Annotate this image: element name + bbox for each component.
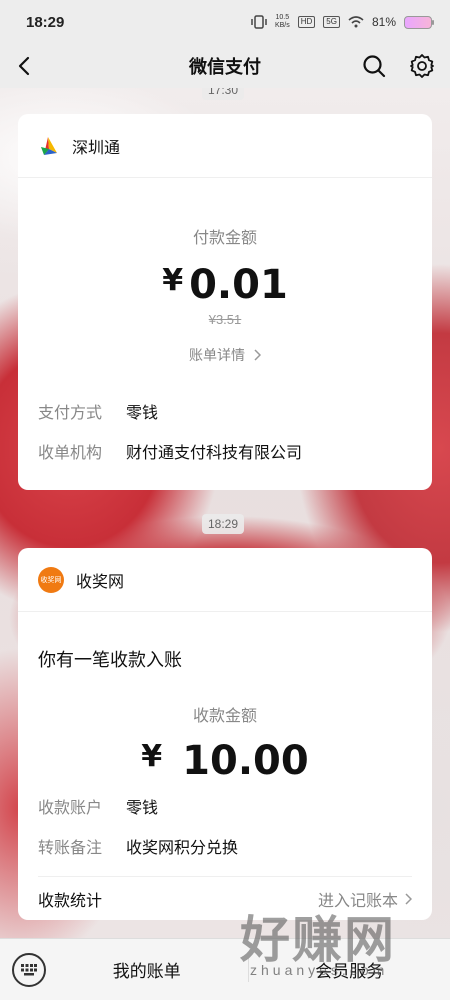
card-header: 深圳通 — [18, 114, 432, 178]
message-list[interactable]: 17:30 深圳通 付款金额 ¥0.01 ¥3.51 账单详情 支付方式 零钱 — [0, 88, 450, 938]
gear-icon[interactable] — [408, 52, 436, 80]
signal-5g-icon: 5G — [323, 16, 340, 28]
amount-label: 收款金额 — [192, 708, 257, 725]
info-value: 财付通支付科技有限公司 — [126, 445, 303, 462]
chevron-right-icon — [254, 349, 261, 361]
info-key: 支付方式 — [38, 405, 103, 422]
receipt-notice: 你有一笔收款入账 — [38, 650, 182, 670]
original-amount: ¥3.51 — [208, 312, 242, 327]
info-row: 支付方式 零钱 — [18, 399, 432, 423]
info-value: 零钱 — [126, 405, 159, 422]
status-bar: 18:29 10.5 KB/s HD 5G 81% — [0, 0, 450, 44]
amount-value: 0.01 — [189, 262, 288, 308]
message-time: 18:29 — [202, 514, 245, 534]
currency-symbol: ¥ — [162, 263, 184, 298]
info-row: 收单机构 财付通支付科技有限公司 — [18, 439, 432, 463]
card-header: 收奖网 收奖网 — [18, 548, 432, 612]
currency-symbol: ¥ — [141, 739, 163, 774]
keyboard-icon[interactable] — [12, 952, 46, 987]
receipt-amount: ¥10.00 — [18, 734, 432, 784]
info-value: 零钱 — [126, 800, 159, 817]
wifi-icon — [348, 16, 364, 28]
bill-detail-label: 账单详情 — [189, 347, 246, 363]
payment-card[interactable]: 深圳通 付款金额 ¥0.01 ¥3.51 账单详情 支付方式 零钱 收单机构 财… — [18, 114, 432, 490]
watermark-url: zhuanyes.com — [250, 962, 389, 978]
battery-icon — [404, 15, 434, 29]
amount-label: 付款金额 — [192, 230, 257, 247]
payment-amount: ¥0.01 — [18, 258, 432, 308]
info-key: 收款账户 — [38, 800, 103, 817]
net-speed: 10.5 KB/s — [274, 14, 290, 29]
info-key: 收单机构 — [38, 445, 103, 462]
chevron-right-icon — [405, 892, 412, 905]
back-arrow-icon[interactable] — [12, 52, 40, 80]
amount-value: 10.00 — [182, 738, 309, 784]
shoujiang-logo-icon: 收奖网 — [38, 566, 64, 593]
info-row: 转账备注 收奖网积分兑换 — [18, 834, 432, 858]
status-icons: 10.5 KB/s HD 5G 81% — [251, 14, 434, 30]
receipt-stats-label: 收款统计 — [38, 892, 103, 910]
nav-bar: 微信支付 — [0, 44, 450, 88]
vibrate-icon — [251, 15, 267, 29]
merchant-name: 收奖网 — [76, 573, 125, 591]
merchant-name: 深圳通 — [72, 139, 121, 157]
receipt-card[interactable]: 收奖网 收奖网 你有一笔收款入账 收款金额 ¥10.00 收款账户 零钱 转账备… — [18, 548, 432, 920]
status-time: 18:29 — [26, 13, 65, 31]
shenzhentong-logo-icon — [41, 136, 57, 155]
message-time: 17:30 — [202, 88, 245, 100]
hd-badge: HD — [297, 16, 316, 28]
info-row: 收款账户 零钱 — [18, 794, 432, 818]
keyboard-grid-icon — [21, 963, 37, 975]
bill-detail-link[interactable]: 账单详情 — [18, 345, 432, 365]
info-value: 收奖网积分兑换 — [126, 840, 239, 857]
page-title: 微信支付 — [189, 57, 261, 77]
search-icon[interactable] — [360, 52, 388, 80]
info-key: 转账备注 — [38, 840, 103, 857]
battery-percent: 81% — [371, 15, 396, 29]
tab-my-bills[interactable]: 我的账单 — [46, 957, 248, 982]
